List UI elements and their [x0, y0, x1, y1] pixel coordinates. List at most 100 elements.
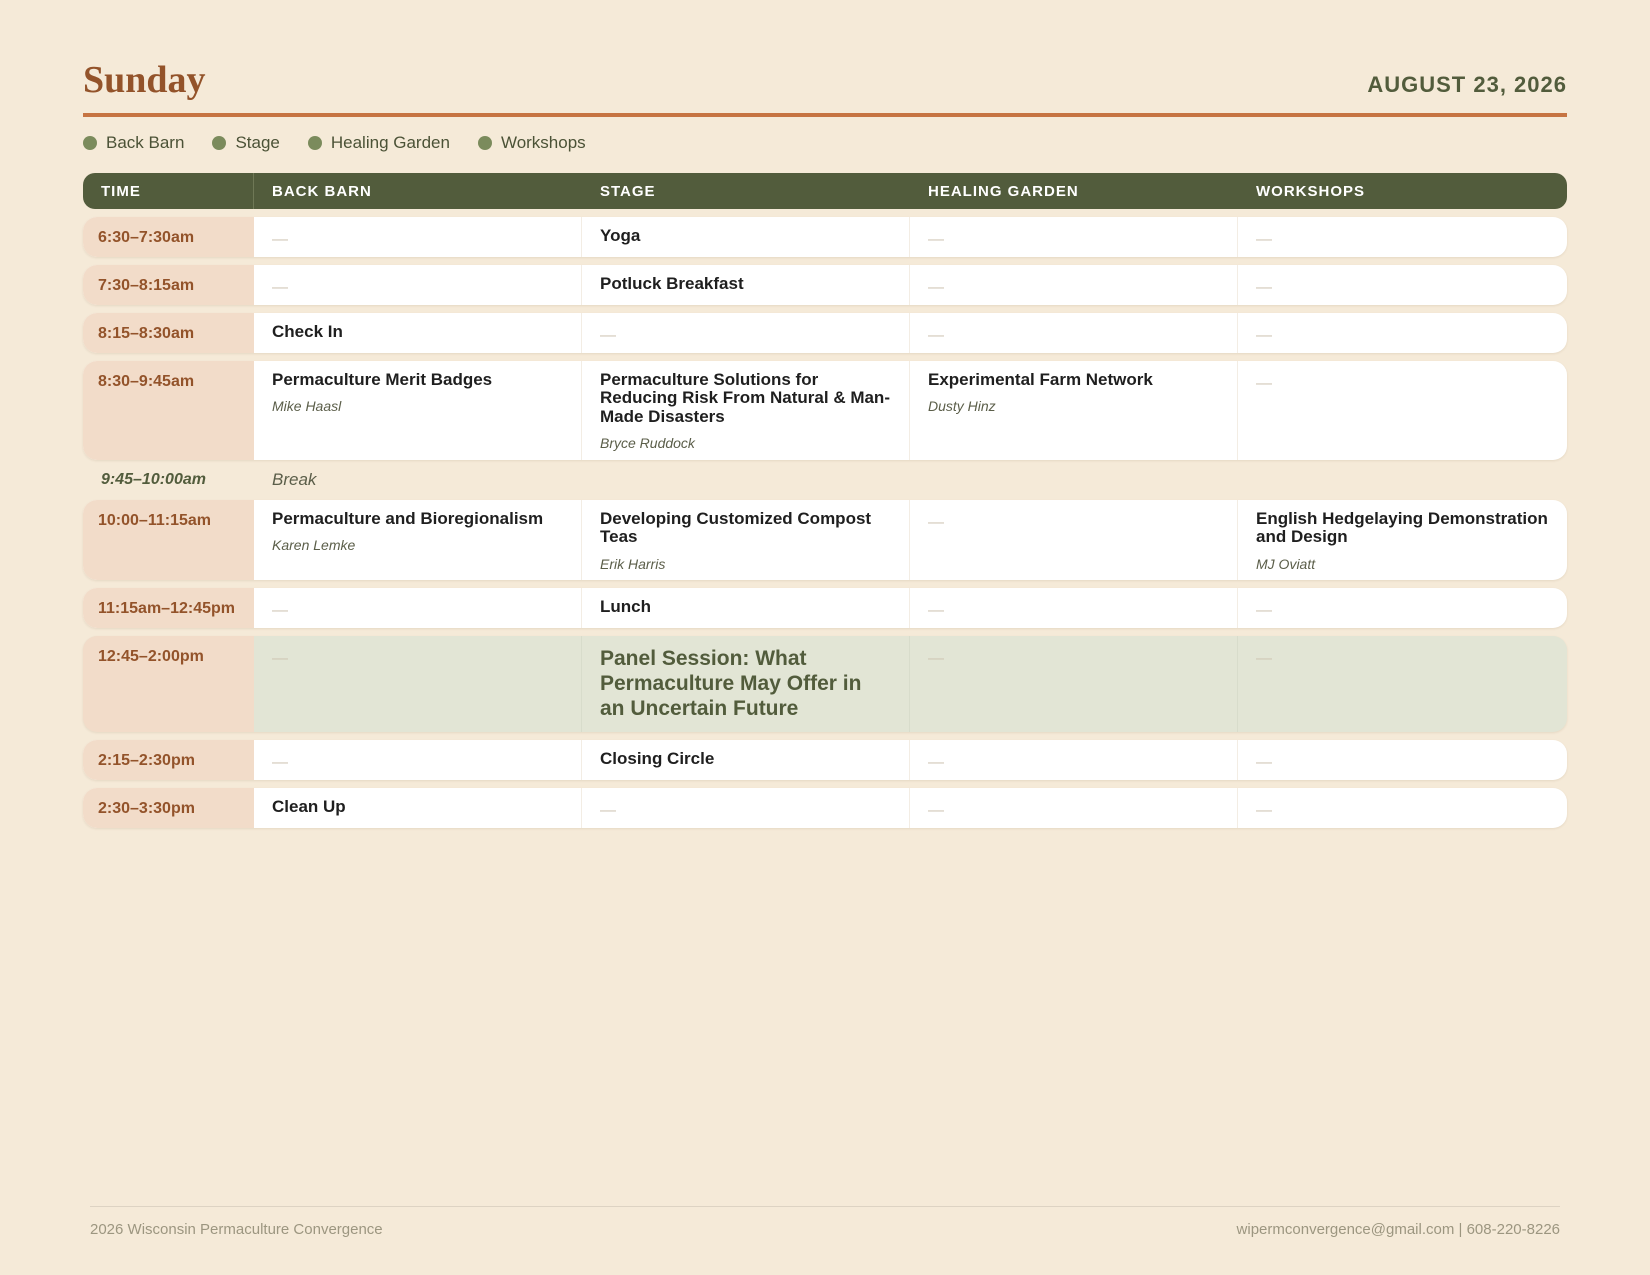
cell-workshops: — — [1256, 602, 1272, 619]
legend-dot-icon — [83, 136, 97, 150]
row-time: 12:45–2:00pm — [83, 636, 254, 732]
cell-back-barn: Check In — [254, 313, 582, 353]
session-title: Lunch — [600, 597, 651, 616]
session-title: Check In — [272, 322, 343, 341]
session-speaker: Bryce Ruddock — [600, 435, 695, 452]
session-title: English Hedgelaying Demonstration and De… — [1256, 509, 1548, 547]
session-speaker: Mike Haasl — [272, 398, 342, 415]
row-time: 8:15–8:30am — [83, 313, 254, 353]
cell-workshops: English Hedgelaying Demonstration and De… — [1238, 500, 1566, 580]
session-title: Developing Customized Compost Teas — [600, 509, 872, 547]
venue-legend: Back Barn Stage Healing Garden Workshops — [83, 133, 614, 153]
cell-back-barn: — — [254, 740, 582, 780]
session-speaker: Karen Lemke — [272, 537, 356, 554]
cell-back-barn: — — [254, 588, 582, 628]
cell-stage: — — [582, 313, 910, 353]
row-time: 8:30–9:45am — [83, 361, 254, 460]
session-speaker: Dusty Hinz — [928, 398, 996, 415]
table-row-panel-session: 12:45–2:00pm — Panel Session: What Perma… — [83, 636, 1567, 732]
column-header-stage: STAGE — [600, 182, 656, 200]
cell-workshops: — — [1256, 327, 1272, 344]
session-title: Permaculture Solutions for Reducing Risk… — [600, 370, 890, 426]
column-header-time: TIME — [83, 173, 254, 209]
row-time: 2:30–3:30pm — [83, 788, 254, 828]
cell-stage: Potluck Breakfast — [582, 265, 910, 305]
cell-stage: Lunch — [582, 588, 910, 628]
cell-healing-garden: — — [910, 265, 1238, 305]
session-title: Closing Circle — [600, 749, 715, 768]
cell-workshops: — — [1256, 375, 1272, 392]
cell-back-barn: — — [254, 265, 582, 305]
cell-healing-garden: — — [910, 313, 1238, 353]
cell-healing-garden: — — [910, 740, 1238, 780]
page-footer: 2026 Wisconsin Permaculture Convergence … — [90, 1206, 1560, 1238]
legend-dot-icon — [212, 136, 227, 150]
header-rule — [83, 113, 1567, 117]
row-time: 7:30–8:15am — [83, 265, 254, 305]
row-time: 11:15am–12:45pm — [83, 588, 254, 628]
cell-back-barn: Permaculture and Bioregionalism Karen Le… — [254, 500, 582, 580]
session-title: Experimental Farm Network — [928, 370, 1153, 389]
cell-stage: Permaculture Solutions for Reducing Risk… — [582, 361, 910, 460]
cell-workshops: — — [1256, 754, 1272, 771]
session-title: Clean Up — [272, 797, 346, 816]
cell-back-barn: Clean Up — [254, 788, 582, 828]
break-label: Break — [272, 470, 317, 489]
session-speaker: Erik Harris — [600, 555, 666, 572]
cell-stage: Panel Session: What Permaculture May Off… — [582, 636, 910, 732]
schedule-page: Sunday AUGUST 23, 2026 Back Barn Stage H… — [83, 0, 1567, 828]
table-row: 8:15–8:30am Check In — — — — [83, 313, 1567, 353]
cell-healing-garden: — — [910, 636, 1238, 732]
session-speaker: MJ Oviatt — [1256, 555, 1316, 572]
footer-event-name: 2026 Wisconsin Permaculture Convergence — [90, 1221, 383, 1238]
session-title: Permaculture and Bioregionalism — [272, 509, 544, 528]
legend-item-workshops: Workshops — [477, 133, 586, 153]
cell-healing-garden: — — [910, 588, 1238, 628]
cell-workshops: — — [1256, 279, 1272, 296]
column-header-workshops: WORKSHOPS — [1256, 182, 1366, 200]
cell-back-barn: Permaculture Merit Badges Mike Haasl — [254, 361, 582, 460]
legend-item-stage: Stage — [212, 133, 280, 153]
legend-dot-icon — [477, 136, 492, 150]
table-row: 11:15am–12:45pm — Lunch — — — [83, 588, 1567, 628]
cell-healing-garden: — — [910, 500, 1238, 580]
legend-dot-icon — [307, 136, 322, 150]
schedule-table: TIME BACK BARN STAGE HEALING GARDEN WORK… — [83, 173, 1567, 828]
cell-stage: Closing Circle — [582, 740, 910, 780]
table-row: 2:30–3:30pm Clean Up — — — — [83, 788, 1567, 828]
table-row: 8:30–9:45am Permaculture Merit Badges Mi… — [83, 361, 1567, 460]
session-title: Permaculture Merit Badges — [272, 370, 493, 389]
legend-item-healing-garden: Healing Garden — [307, 133, 450, 153]
cell-healing-garden: Experimental Farm Network Dusty Hinz — [910, 361, 1238, 460]
column-header-healing-garden: HEALING GARDEN — [928, 182, 1079, 200]
table-row: 7:30–8:15am — Potluck Breakfast — — — [83, 265, 1567, 305]
cell-workshops: — — [1256, 802, 1272, 819]
event-date: AUGUST 23, 2026 — [1367, 72, 1567, 97]
cell-healing-garden: — — [910, 788, 1238, 828]
break-time: 9:45–10:00am — [101, 471, 206, 488]
row-time: 2:15–2:30pm — [83, 740, 254, 780]
cell-healing-garden: — — [910, 217, 1238, 257]
legend-item-back-barn: Back Barn — [83, 133, 184, 153]
panel-session-title: Panel Session: What Permaculture May Off… — [600, 647, 862, 721]
cell-back-barn: — — [254, 217, 582, 257]
break-row: 9:45–10:00am Break — [83, 468, 1567, 492]
table-header: TIME BACK BARN STAGE HEALING GARDEN WORK… — [83, 173, 1567, 209]
cell-workshops: — — [1256, 231, 1272, 248]
footer-contact: wipermconvergence@gmail.com | 608-220-82… — [1236, 1221, 1560, 1238]
table-row: 6:30–7:30am — Yoga — — — [83, 217, 1567, 257]
table-row: 10:00–11:15am Permaculture and Bioregion… — [83, 500, 1567, 580]
cell-stage: Yoga — [582, 217, 910, 257]
cell-workshops: — — [1256, 650, 1272, 667]
cell-back-barn: — — [254, 636, 582, 732]
column-header-back-barn: BACK BARN — [272, 182, 372, 200]
session-title: Potluck Breakfast — [600, 274, 744, 293]
day-title: Sunday — [83, 59, 206, 101]
row-time: 10:00–11:15am — [83, 500, 254, 580]
session-title: Yoga — [600, 226, 641, 245]
page-header: Sunday AUGUST 23, 2026 — [83, 0, 1567, 118]
row-time: 6:30–7:30am — [83, 217, 254, 257]
cell-stage: — — [582, 788, 910, 828]
table-row: 2:15–2:30pm — Closing Circle — — — [83, 740, 1567, 780]
cell-stage: Developing Customized Compost Teas Erik … — [582, 500, 910, 580]
